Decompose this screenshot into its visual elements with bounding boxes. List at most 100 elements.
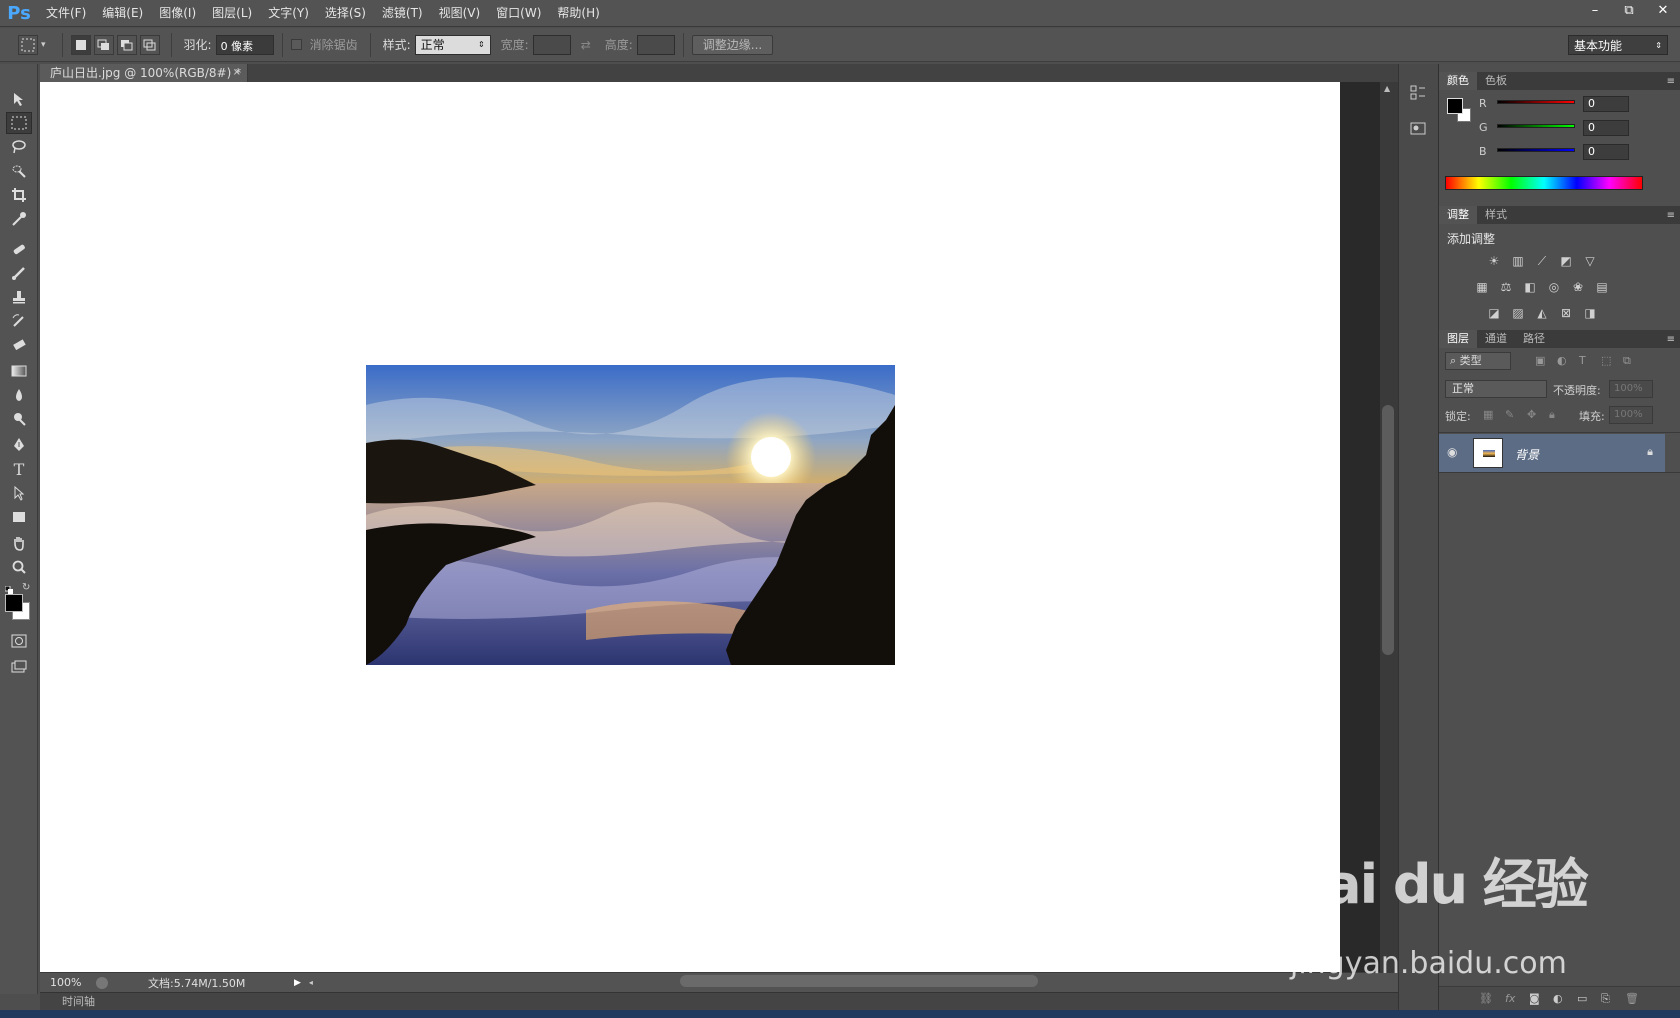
vertical-scroll-thumb[interactable] <box>1382 405 1394 655</box>
restore-button[interactable]: ⧉ <box>1612 0 1646 20</box>
hue-saturation-icon[interactable]: ▦ <box>1473 278 1491 296</box>
filter-type-icon[interactable]: T <box>1579 354 1586 367</box>
swap-colors-icon[interactable]: ↻ <box>22 582 30 593</box>
panel-menu-icon[interactable]: ≡ <box>1667 76 1675 87</box>
tab-styles[interactable]: 样式 <box>1477 206 1515 224</box>
new-selection-button[interactable] <box>70 34 91 55</box>
scroll-left-icon[interactable]: ◂ <box>309 978 313 987</box>
layer-style-icon[interactable]: fx <box>1505 992 1515 1005</box>
lock-pixels-icon[interactable]: ✎ <box>1505 408 1514 421</box>
menu-view[interactable]: 视图(V) <box>431 0 489 27</box>
panel-menu-icon[interactable]: ≡ <box>1667 210 1675 221</box>
status-menu-arrow-icon[interactable]: ▶ <box>294 978 301 988</box>
workspace-select[interactable]: 基本功能 ⇕ <box>1568 35 1668 55</box>
new-adjustment-layer-icon[interactable]: ◐ <box>1553 992 1563 1005</box>
tab-color[interactable]: 颜色 <box>1439 72 1477 90</box>
filter-smart-object-icon[interactable]: ⧉ <box>1623 354 1631 368</box>
history-brush-tool-icon[interactable] <box>6 310 32 332</box>
new-layer-icon[interactable]: ⎘ <box>1601 992 1610 1006</box>
vibrance-icon[interactable]: ▽ <box>1581 252 1599 270</box>
add-mask-icon[interactable]: ◙ <box>1529 992 1540 1005</box>
menu-select[interactable]: 选择(S) <box>317 0 374 27</box>
eyedropper-tool-icon[interactable] <box>6 208 32 230</box>
quick-mask-icon[interactable] <box>6 630 32 652</box>
screen-mode-icon[interactable] <box>6 656 32 678</box>
curves-icon[interactable]: ⟋ <box>1533 252 1551 270</box>
menu-image[interactable]: 图像(I) <box>151 0 204 27</box>
scroll-up-icon[interactable]: ▲ <box>1384 84 1390 93</box>
tab-paths[interactable]: 路径 <box>1515 330 1553 348</box>
antialias-checkbox[interactable] <box>290 39 302 50</box>
refine-edge-button[interactable]: 调整边缘... <box>691 34 774 55</box>
color-spectrum-bar[interactable] <box>1445 176 1643 190</box>
black-white-icon[interactable]: ◧ <box>1521 278 1539 296</box>
menu-edit[interactable]: 编辑(E) <box>94 0 151 27</box>
photo-filter-icon[interactable]: ◎ <box>1545 278 1563 296</box>
menu-filter[interactable]: 滤镜(T) <box>374 0 431 27</box>
channel-g-input[interactable]: 0 <box>1583 120 1629 136</box>
height-input[interactable] <box>636 34 675 55</box>
layer-name[interactable]: 背景 <box>1515 446 1539 463</box>
exposure-icon[interactable]: ◩ <box>1557 252 1575 270</box>
blur-tool-icon[interactable] <box>6 384 32 406</box>
menu-layer[interactable]: 图层(L) <box>204 0 260 27</box>
channel-r-slider[interactable] <box>1497 100 1575 104</box>
gradient-tool-icon[interactable] <box>6 360 32 382</box>
threshold-icon[interactable]: ◭ <box>1533 304 1551 322</box>
zoom-tool-icon[interactable] <box>6 556 32 578</box>
add-selection-button[interactable] <box>93 34 114 55</box>
color-lookup-icon[interactable]: ▤ <box>1593 278 1611 296</box>
zoom-level[interactable]: 100% <box>50 976 90 989</box>
menu-help[interactable]: 帮助(H) <box>549 0 607 27</box>
color-balance-icon[interactable]: ⚖ <box>1497 278 1515 296</box>
channel-b-input[interactable]: 0 <box>1583 144 1629 160</box>
tab-adjustments[interactable]: 调整 <box>1439 206 1477 224</box>
pen-tool-icon[interactable] <box>6 434 32 456</box>
layer-filter-select[interactable]: ⌕ 类型 <box>1445 352 1511 370</box>
layer-row[interactable]: ◉ 背景 🔒︎ <box>1439 434 1665 472</box>
close-tab-icon[interactable]: × <box>233 64 241 82</box>
healing-brush-tool-icon[interactable] <box>6 238 32 260</box>
eraser-tool-icon[interactable] <box>6 334 32 356</box>
lock-transparency-icon[interactable]: ▦ <box>1483 408 1493 421</box>
timeline-panel-tab[interactable]: 时间轴 <box>40 992 1398 1010</box>
opacity-input[interactable]: 100% <box>1609 380 1653 398</box>
selective-color-icon[interactable]: ⊠ <box>1557 304 1575 322</box>
link-layers-icon[interactable]: ⛓ <box>1479 992 1493 1005</box>
status-info-icon[interactable] <box>96 976 108 989</box>
hand-tool-icon[interactable] <box>6 532 32 554</box>
chevron-down-icon[interactable]: ▾ <box>41 40 46 50</box>
foreground-color-swatch[interactable] <box>1447 98 1463 114</box>
quick-selection-tool-icon[interactable] <box>6 160 32 182</box>
menu-file[interactable]: 文件(F) <box>38 0 94 27</box>
lock-all-icon[interactable]: 🔒︎ <box>1549 408 1555 422</box>
tab-channels[interactable]: 通道 <box>1477 330 1515 348</box>
rectangle-tool-icon[interactable] <box>6 506 32 528</box>
brightness-contrast-icon[interactable]: ☀ <box>1485 252 1503 270</box>
filter-pixel-icon[interactable]: ▣ <box>1535 354 1545 367</box>
style-select[interactable]: 正常 ⇕ <box>414 34 491 55</box>
default-colors-icon[interactable] <box>4 583 15 594</box>
type-tool-icon[interactable]: T <box>6 458 32 480</box>
lock-position-icon[interactable]: ✥ <box>1527 408 1536 421</box>
minimize-button[interactable]: – <box>1578 0 1612 20</box>
marquee-preset-picker[interactable] <box>18 34 38 55</box>
dodge-tool-icon[interactable] <box>6 408 32 430</box>
filter-shape-icon[interactable]: ⬚ <box>1601 354 1611 367</box>
path-selection-tool-icon[interactable] <box>6 482 32 504</box>
tab-layers[interactable]: 图层 <box>1439 330 1477 348</box>
clone-stamp-tool-icon[interactable] <box>6 286 32 308</box>
new-group-icon[interactable]: ▭ <box>1577 992 1587 1005</box>
levels-icon[interactable]: ▥ <box>1509 252 1527 270</box>
menu-type[interactable]: 文字(Y) <box>260 0 317 27</box>
tab-swatches[interactable]: 色板 <box>1477 72 1515 90</box>
menu-window[interactable]: 窗口(W) <box>488 0 549 27</box>
width-input[interactable] <box>532 34 571 55</box>
channel-b-slider[interactable] <box>1497 148 1575 152</box>
properties-panel-icon[interactable] <box>1409 120 1427 138</box>
close-window-button[interactable]: ✕ <box>1646 0 1680 20</box>
horizontal-scroll-thumb[interactable] <box>680 975 1038 987</box>
channel-g-slider[interactable] <box>1497 124 1575 128</box>
intersect-selection-button[interactable] <box>139 34 160 55</box>
blend-mode-select[interactable]: 正常 <box>1445 380 1547 398</box>
